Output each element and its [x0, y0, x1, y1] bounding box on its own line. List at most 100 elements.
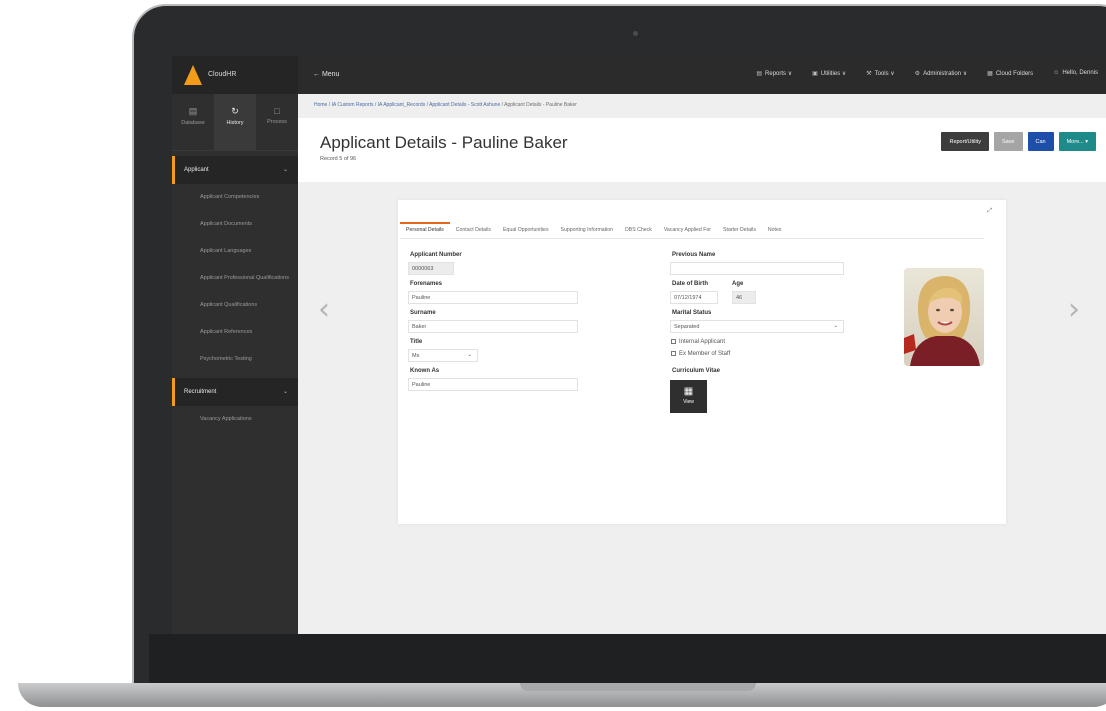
nav-administration[interactable]: ⚙ Administration ∨	[915, 70, 967, 77]
expand-icon[interactable]: ⤢	[987, 208, 992, 215]
tab-history[interactable]: ↻ History	[214, 94, 256, 150]
previous-name-label: Previous Name	[672, 252, 716, 258]
internal-applicant-checkbox[interactable]: Internal Applicant	[671, 339, 725, 345]
title-select[interactable]: Ms ⌄	[408, 349, 478, 362]
save-button[interactable]: Save	[993, 132, 1023, 151]
sidebar-item-qualifications[interactable]: Applicant Qualifications	[172, 292, 298, 319]
forenames-label: Forenames	[410, 281, 443, 287]
tab-process[interactable]: □ Process	[256, 94, 298, 150]
previous-name-field[interactable]	[670, 262, 844, 275]
sidebar-group-label: Applicant	[184, 167, 209, 173]
forenames-field[interactable]: Pauline	[408, 291, 578, 304]
breadcrumb-separator: /	[426, 102, 428, 108]
breadcrumb-current: Applicant Details - Pauline Baker	[504, 102, 577, 108]
cv-label: Curriculum Vitae	[672, 368, 720, 374]
cv-view-button[interactable]: ▦ View	[670, 380, 707, 413]
top-bar: CloudHR ← Menu ▤ Reports ∨ ▣ Utilities ∨ ⚒…	[172, 56, 1106, 94]
tab-process-label: Process	[267, 119, 287, 125]
age-field: 46	[732, 291, 756, 304]
tab-starter-details[interactable]: Starter Details	[717, 222, 762, 238]
brand-logo-icon	[184, 65, 202, 85]
app-screen: CloudHR ← Menu ▤ Reports ∨ ▣ Utilities ∨ ⚒…	[172, 56, 1106, 634]
surname-field[interactable]: Baker	[408, 320, 578, 333]
known-as-field[interactable]: Pauline	[408, 378, 578, 391]
marital-status-label: Marital Status	[672, 310, 712, 316]
breadcrumb: Home / IA Custom Reports / IA Applicant_…	[314, 102, 577, 108]
sidebar-group-label: Recruitment	[184, 389, 217, 395]
checkbox-icon	[671, 351, 676, 356]
nav-user[interactable]: ☺ Hello, Dennis	[1053, 70, 1098, 77]
nav-reports[interactable]: ▤ Reports ∨	[756, 70, 792, 77]
tab-dbs-check[interactable]: DBS Check	[619, 222, 658, 238]
nav-user-label: Hello, Dennis	[1062, 70, 1098, 76]
surname-label: Surname	[410, 310, 436, 316]
record-counter: Record 5 of 96	[320, 156, 357, 162]
breadcrumb-previous-applicant[interactable]: Applicant Details - Scott Ashune	[429, 102, 500, 108]
breadcrumb-home[interactable]: Home	[314, 102, 327, 108]
marital-status-select[interactable]: Separated ⌄	[670, 320, 844, 333]
breadcrumb-applicant-records[interactable]: IA Applicant_Records	[378, 102, 426, 108]
sidebar-item-competencies[interactable]: Applicant Competencies	[172, 184, 298, 211]
breadcrumb-separator: /	[328, 102, 331, 108]
breadcrumb-separator: /	[501, 102, 504, 108]
cv-view-label: View	[683, 399, 694, 405]
tab-contact-details[interactable]: Contact Details	[450, 222, 497, 238]
prev-record-arrow[interactable]: ‹	[318, 292, 330, 327]
sidebar-item-languages[interactable]: Applicant Languages	[172, 238, 298, 265]
breadcrumb-separator: /	[374, 102, 377, 108]
sidebar-item-references[interactable]: Applicant References	[172, 319, 298, 346]
internal-applicant-label: Internal Applicant	[679, 339, 726, 346]
tab-notes[interactable]: Notes	[762, 222, 788, 238]
nav-tools-label: Tools ∨	[874, 71, 895, 77]
nav-reports-label: Reports ∨	[765, 71, 793, 77]
dob-field[interactable]: 07/12/1974	[670, 291, 718, 304]
tab-equal-opportunities[interactable]: Equal Opportunities	[497, 222, 555, 238]
camera-dot	[633, 31, 638, 36]
known-as-label: Known As	[410, 368, 440, 374]
nav-cloud-folders[interactable]: ▦ Cloud Folders	[987, 70, 1033, 77]
sidebar-item-vacancy-applications[interactable]: Vacancy Applications	[172, 406, 298, 433]
tab-database-label: Database	[181, 120, 205, 126]
tab-vacancy-applied-for[interactable]: Vacancy Applied For	[658, 222, 717, 238]
top-nav: ▤ Reports ∨ ▣ Utilities ∨ ⚒ Tools ∨ ⚙ Admini…	[756, 70, 1098, 77]
utilities-icon: ▣	[812, 71, 818, 77]
sidebar-item-professional-qualifications[interactable]: Applicant Professional Qualifications	[172, 265, 298, 292]
reports-icon: ▤	[756, 71, 763, 77]
tab-supporting-information[interactable]: Supporting Information	[555, 222, 619, 238]
nav-utilities-label: Utilities ∨	[820, 71, 847, 77]
cancel-button[interactable]: Can	[1027, 132, 1054, 151]
applicant-photo-image	[904, 268, 984, 366]
sidebar-group-recruitment[interactable]: Recruitment ⌄	[172, 378, 298, 406]
gear-icon: ⚙	[914, 71, 921, 77]
chevron-down-icon: ⌄	[467, 352, 472, 358]
folder-icon: ▦	[987, 71, 993, 77]
tab-personal-details[interactable]: Personal Details	[400, 222, 450, 238]
next-record-arrow[interactable]: ›	[1068, 292, 1080, 327]
breadcrumb-custom-reports[interactable]: IA Custom Reports	[332, 102, 374, 108]
checkbox-icon	[671, 339, 676, 344]
sidebar-item-psychometric-testing[interactable]: Psychometric Testing	[172, 346, 298, 373]
nav-cloud-folders-label: Cloud Folders	[995, 71, 1034, 77]
ex-member-checkbox[interactable]: Ex Member of Staff	[671, 351, 730, 357]
brand[interactable]: CloudHR	[172, 56, 298, 94]
tools-icon: ⚒	[866, 71, 872, 77]
database-icon: ▤	[188, 106, 198, 116]
tab-history-label: History	[226, 120, 244, 126]
more-button[interactable]: More... ▾	[1058, 132, 1096, 151]
applicant-number-label: Applicant Number	[410, 252, 462, 258]
nav-administration-label: Administration ∨	[923, 71, 968, 77]
user-icon: ☺	[1053, 70, 1060, 76]
history-icon: ↻	[231, 106, 239, 116]
page-title: Applicant Details - Pauline Baker	[320, 133, 568, 152]
report-utility-button[interactable]: Report/Utility	[941, 132, 989, 151]
brand-name: CloudHR	[208, 71, 237, 78]
marital-status-value: Separated	[674, 324, 700, 330]
menu-button[interactable]: ← Menu	[313, 71, 339, 78]
sidebar-group-applicant[interactable]: Applicant ⌄	[172, 156, 298, 184]
nav-tools[interactable]: ⚒ Tools ∨	[866, 70, 894, 77]
nav-utilities[interactable]: ▣ Utilities ∨	[812, 70, 846, 77]
laptop-notch	[520, 683, 756, 691]
sidebar-item-documents[interactable]: Applicant Documents	[172, 211, 298, 238]
tab-database[interactable]: ▤ Database	[172, 94, 214, 150]
chevron-down-icon: ⌄	[833, 323, 838, 329]
